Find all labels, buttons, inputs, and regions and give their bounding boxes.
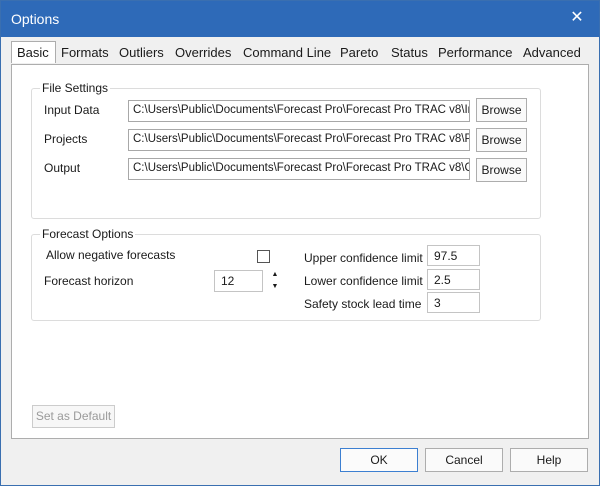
tab-outliers[interactable]: Outliers [119, 45, 164, 60]
help-button[interactable]: Help [510, 448, 588, 472]
lower-confidence-label: Lower confidence limit [304, 274, 423, 288]
tab-overrides[interactable]: Overrides [175, 45, 231, 60]
output-path-field[interactable]: C:\Users\Public\Documents\Forecast Pro\F… [128, 158, 470, 180]
upper-confidence-label: Upper confidence limit [304, 251, 423, 265]
projects-label: Projects [44, 132, 88, 146]
close-icon[interactable]: ✕ [555, 1, 599, 37]
forecast-horizon-label: Forecast horizon [44, 274, 134, 288]
projects-browse-button[interactable]: Browse [476, 128, 527, 152]
ok-button[interactable]: OK [340, 448, 418, 472]
forecast-options-group: Forecast Options Allow negative forecast… [31, 227, 541, 321]
lower-confidence-input[interactable]: 2.5 [427, 269, 480, 290]
forecast-horizon-spinner: ▲ ▼ [268, 269, 282, 293]
spin-up-icon[interactable]: ▲ [268, 269, 282, 281]
projects-path-field[interactable]: C:\Users\Public\Documents\Forecast Pro\F… [128, 129, 470, 151]
input-data-path-field[interactable]: C:\Users\Public\Documents\Forecast Pro\F… [128, 100, 470, 122]
safety-stock-label: Safety stock lead time [304, 297, 422, 311]
tab-basic[interactable]: Basic [11, 41, 56, 63]
input-data-label: Input Data [44, 103, 100, 117]
tab-strip: Basic Formats Outliers Overrides Command… [11, 41, 591, 65]
tab-command-line[interactable]: Command Line [243, 45, 331, 60]
forecast-options-legend: Forecast Options [40, 227, 136, 241]
output-browse-button[interactable]: Browse [476, 158, 527, 182]
upper-confidence-input[interactable]: 97.5 [427, 245, 480, 266]
output-label: Output [44, 161, 81, 175]
forecast-horizon-input[interactable]: 12 [214, 270, 263, 292]
set-as-default-button[interactable]: Set as Default [32, 405, 115, 428]
allow-negative-label: Allow negative forecasts [46, 248, 176, 262]
options-dialog: Options ✕ Basic Formats Outliers Overrid… [0, 0, 600, 486]
file-settings-legend: File Settings [40, 81, 111, 95]
spin-down-icon[interactable]: ▼ [268, 281, 282, 293]
tab-status[interactable]: Status [391, 45, 428, 60]
cancel-button[interactable]: Cancel [425, 448, 503, 472]
safety-stock-input[interactable]: 3 [427, 292, 480, 313]
input-data-browse-button[interactable]: Browse [476, 98, 527, 122]
basic-tab-panel: File Settings Input Data C:\Users\Public… [11, 64, 589, 439]
allow-negative-checkbox[interactable] [257, 250, 270, 263]
tab-formats[interactable]: Formats [61, 45, 109, 60]
tab-performance[interactable]: Performance [438, 45, 512, 60]
tab-advanced[interactable]: Advanced [523, 45, 581, 60]
tab-pareto[interactable]: Pareto [340, 45, 378, 60]
file-settings-group: File Settings Input Data C:\Users\Public… [31, 81, 541, 219]
title-bar: Options ✕ [1, 1, 599, 37]
window-title: Options [11, 11, 60, 27]
